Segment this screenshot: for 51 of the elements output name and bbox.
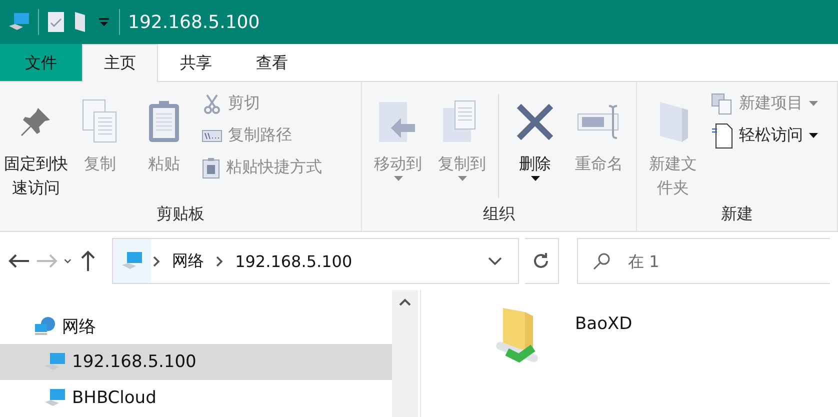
breadcrumb[interactable]: 192.168.5.100 (235, 252, 352, 270)
group-label: 剪贴板 (156, 204, 204, 225)
tree-label: BHBCloud (72, 388, 156, 408)
delete-icon (515, 102, 555, 142)
computer-icon (44, 388, 66, 408)
document-icon (711, 122, 733, 148)
ribbon-button[interactable]: 固定到快速访问 (4, 90, 68, 202)
caret-icon (809, 133, 818, 138)
new-item-icon (711, 92, 733, 114)
computer-icon (121, 251, 144, 271)
recent-locations-icon[interactable] (64, 258, 72, 264)
file-menu-tab[interactable]: 文件 (0, 44, 82, 81)
caret-icon (809, 101, 818, 106)
clipboard-icon (147, 100, 181, 144)
window-title: 192.168.5.100 (128, 12, 260, 32)
search-icon (593, 252, 611, 270)
scissors-icon (202, 94, 222, 114)
tree-label: 网络 (62, 316, 96, 338)
scrollbar[interactable] (392, 290, 418, 417)
up-arrow-icon (80, 250, 96, 272)
caret-icon (394, 176, 402, 181)
refresh-button[interactable] (524, 238, 559, 284)
caret-icon (458, 176, 466, 181)
forward-arrow-icon (36, 253, 58, 269)
computer-icon (44, 352, 66, 372)
back-arrow-icon (8, 253, 30, 269)
tree-label: 192.168.5.100 (72, 352, 196, 372)
rename-icon (577, 102, 621, 142)
caret-icon (530, 176, 540, 181)
ribbon-button[interactable]: 删除 (503, 90, 567, 183)
ribbon-button[interactable]: 轻松访问 (711, 122, 818, 149)
tree-item[interactable]: BHBCloud (0, 380, 392, 416)
ribbon-tab[interactable]: 主页 (82, 44, 158, 82)
chevron-right-icon (216, 256, 224, 266)
group-label: 新建 (721, 204, 753, 225)
file-name: BaoXD (575, 313, 632, 334)
tree-item[interactable]: 网络 (0, 308, 392, 344)
computer-icon (8, 12, 30, 32)
search-field[interactable]: 在 1 (577, 238, 830, 284)
shortcut-icon (202, 156, 220, 178)
properties-icon[interactable] (47, 11, 65, 33)
chevron-down-icon[interactable] (488, 257, 502, 265)
path-icon (202, 130, 222, 142)
scroll-up-icon[interactable] (399, 298, 411, 306)
network-icon (34, 316, 56, 336)
refresh-icon (532, 252, 550, 270)
chevron-right-icon (153, 256, 160, 266)
group-label: 组织 (483, 204, 515, 225)
address-bar[interactable]: 网络 192.168.5.100 (112, 238, 519, 284)
breadcrumb[interactable]: 网络 (172, 250, 204, 272)
tree-item[interactable]: 192.168.5.100 (0, 344, 392, 380)
